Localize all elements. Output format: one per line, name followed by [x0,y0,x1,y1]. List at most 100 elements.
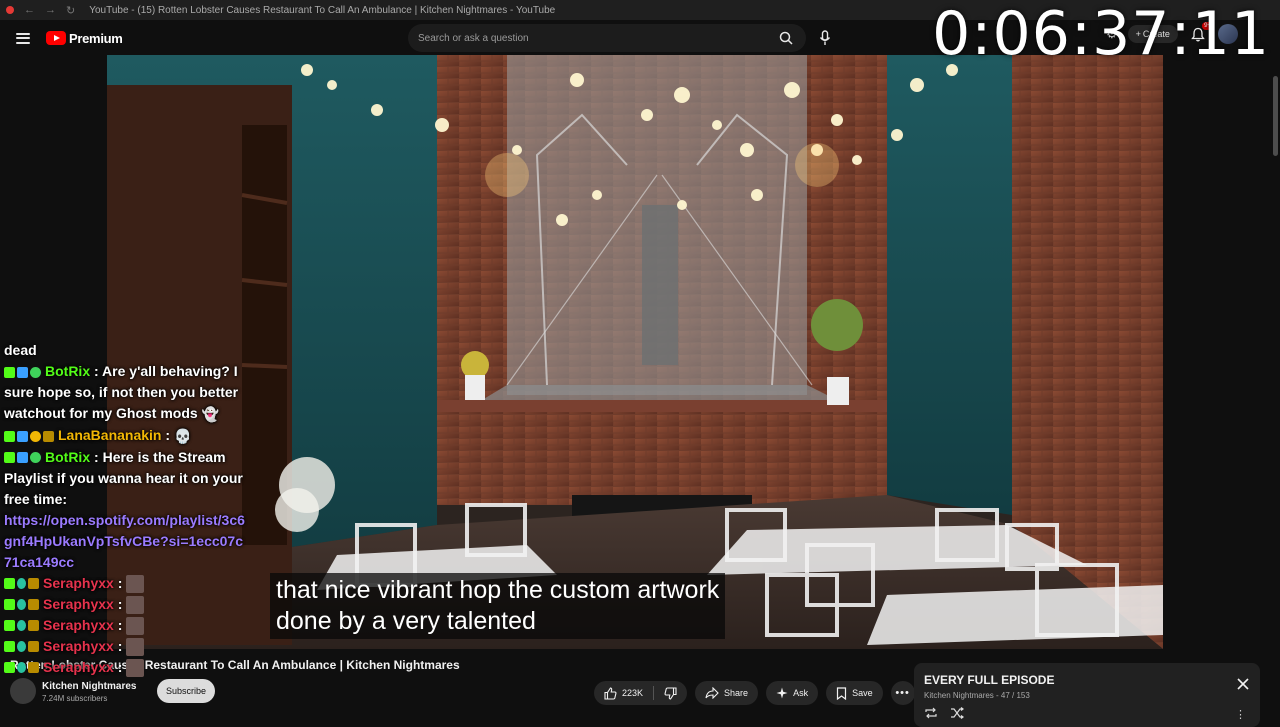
ask-button[interactable]: Ask [766,681,819,705]
ask-label: Ask [793,688,809,698]
kick-badge-icon [4,452,15,464]
moderator-badge-icon [17,430,28,442]
video-frame-restaurant-scene [107,55,1163,649]
chat-message: Seraphyxx : [4,615,250,636]
save-label: Save [852,688,873,698]
save-button[interactable]: Save [826,681,883,705]
subscriber-badge-icon [17,620,26,632]
chat-username[interactable]: LanaBananakin [58,427,161,443]
subscriber-badge-icon [17,578,26,590]
chat-badges [4,366,41,378]
search-icon[interactable] [774,26,798,50]
page-scrollbar[interactable] [1270,56,1280,720]
chat-message: BotRix : Here is the Stream Playlist if … [4,447,250,573]
chat-emote [126,658,145,677]
thumbs-up-icon [604,686,617,700]
playlist-subtitle: Kitchen Nightmares - 47 / 153 [924,691,1030,700]
more-horizontal-icon: ••• [895,687,910,699]
more-actions-button[interactable]: ••• [890,681,915,705]
back-arrow-icon[interactable]: ← [24,4,35,16]
kick-badge-icon [4,641,15,653]
like-button[interactable]: 223K [594,681,653,705]
kick-badge-icon [4,430,15,442]
subscriber-badge-icon [17,599,26,611]
crown-badge-icon [28,620,39,632]
verified-badge-icon [30,452,41,464]
crown-badge-icon [43,430,54,442]
crown-badge-icon [28,599,39,611]
chat-badges [4,599,39,611]
chat-badges [4,430,54,442]
chat-link[interactable]: https://open.spotify.com/playlist/3c6gnf… [4,510,250,573]
loop-icon[interactable] [924,707,938,719]
playlist-panel: EVERY FULL EPISODE Kitchen Nightmares - … [914,663,1260,727]
chat-username[interactable]: Seraphyxx [43,575,114,591]
chat-username[interactable]: Seraphyxx [43,638,114,654]
stream-chat-overlay: dead BotRix : Are y'all behaving? I sure… [0,340,250,720]
window-title: YouTube - (15) Rotten Lobster Causes Res… [89,4,556,16]
skull-emote: 💀 [173,427,192,444]
moderator-badge-icon [17,366,28,378]
chat-username[interactable]: Seraphyxx [43,659,114,675]
kick-badge-icon [4,662,15,674]
chat-username[interactable]: Seraphyxx [43,617,114,633]
browser-nav: ← → ↻ [0,4,75,17]
chat-message: LanaBananakin : 💀 [4,425,250,447]
crown-badge-icon [28,641,39,653]
founder-badge-icon [30,430,41,442]
chat-badges [4,662,39,674]
chat-username[interactable]: BotRix [45,363,90,379]
chat-badges [4,641,39,653]
kick-badge-icon [4,620,15,632]
share-button[interactable]: Share [695,681,759,705]
subtitle-line-2: done by a very talented [276,607,536,635]
chat-message: Seraphyxx : [4,573,250,594]
like-count: 223K [622,688,644,698]
shuffle-icon[interactable] [950,707,964,719]
kick-badge-icon [4,366,15,378]
kick-badge-icon [4,578,15,590]
crown-badge-icon [28,662,39,674]
browser-favicon-icon [6,6,14,14]
playlist-controls [924,707,964,719]
youtube-play-icon [46,31,66,45]
moderator-badge-icon [17,452,28,464]
chat-badges [4,452,41,464]
subscriber-badge-icon [17,662,26,674]
microphone-icon[interactable] [812,25,838,51]
scrollbar-thumb[interactable] [1273,76,1278,156]
reload-icon[interactable]: ↻ [66,4,75,17]
youtube-logo[interactable]: Premium [46,31,123,46]
bookmark-icon [836,686,847,700]
sparkle-icon [776,687,788,699]
like-dislike-group: 223K [594,681,688,705]
chat-emote [126,595,145,614]
ghost-emote: 👻 [201,405,220,422]
chat-message: Seraphyxx : [4,657,250,678]
crown-badge-icon [28,578,39,590]
more-vertical-icon[interactable]: ⋮ [1235,708,1246,721]
thumbs-down-icon [664,686,677,700]
subscriber-badge-icon [17,641,26,653]
search-bar [408,24,806,52]
chat-message: BotRix : Are y'all behaving? I sure hope… [4,361,250,425]
chat-emote [126,616,145,635]
chat-message: Seraphyxx : [4,636,250,657]
forward-arrow-icon[interactable]: → [45,4,56,16]
chat-badges [4,578,39,590]
chat-username[interactable]: Seraphyxx [43,596,114,612]
playlist-title[interactable]: EVERY FULL EPISODE [924,673,1250,687]
chat-username[interactable]: BotRix [45,449,90,465]
menu-icon[interactable] [16,32,30,44]
dislike-button[interactable] [654,681,687,705]
video-player[interactable]: that nice vibrant hop the custom artwork… [107,55,1163,649]
stream-timer-overlay: 0:06:37:11 [932,0,1270,69]
chat-message: Seraphyxx : [4,594,250,615]
chat-badges [4,620,39,632]
share-arrow-icon [705,687,719,699]
share-label: Share [724,688,749,698]
search-input[interactable] [408,32,774,44]
chat-emote [126,637,145,656]
close-icon[interactable] [1236,677,1250,691]
chat-emote [126,574,145,593]
